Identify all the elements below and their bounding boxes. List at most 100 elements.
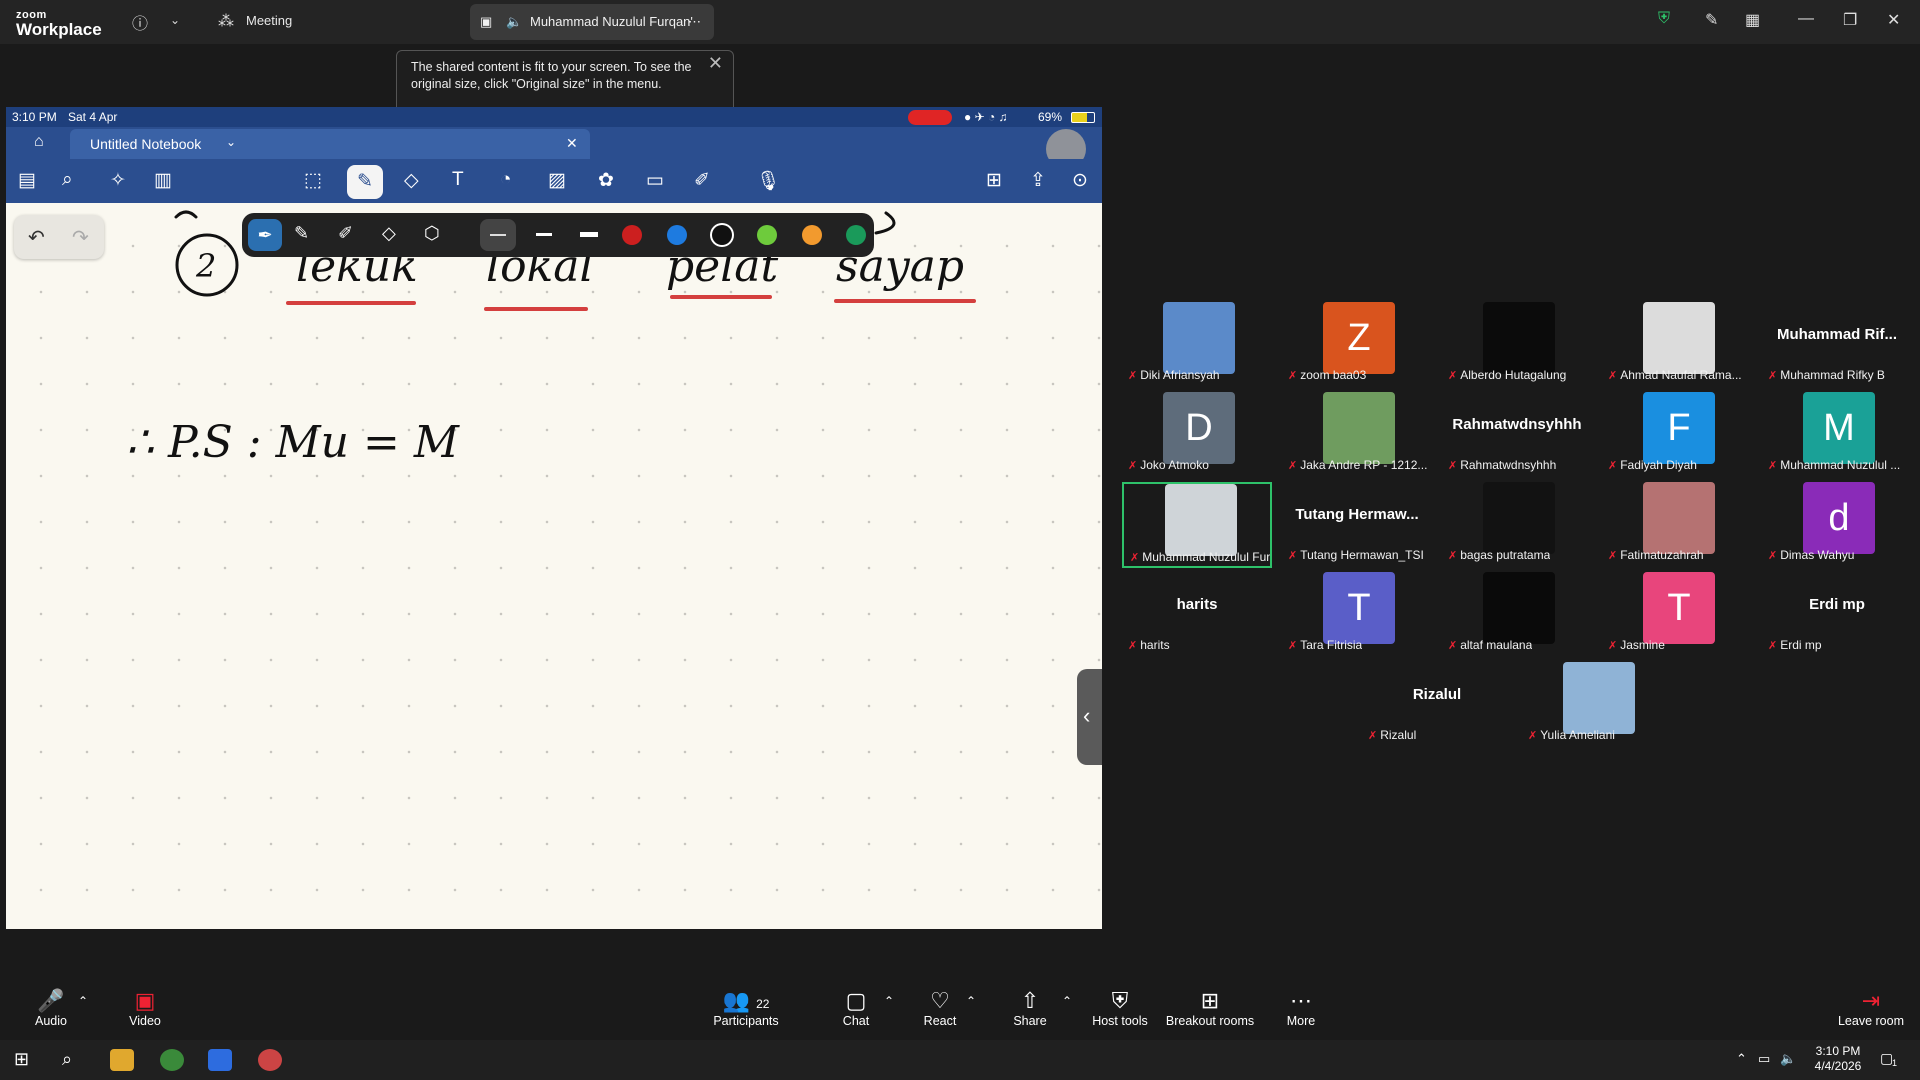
video-button[interactable]: ▣ Video [100,988,190,1028]
highlighter-icon[interactable]: ◇ [382,223,396,244]
notebook-tab[interactable]: Untitled Notebook ⌄ ✕ [70,129,590,159]
participant-tile[interactable]: T ✗ Jasmine [1602,572,1752,658]
text-icon[interactable]: T [452,169,464,191]
windows-start-icon[interactable]: ⊞ [14,1049,29,1070]
microphone-icon[interactable]: 🎙 [756,169,780,193]
color-swatch-red[interactable] [622,225,642,245]
chevron-down-icon[interactable]: ⌄ [226,135,236,149]
participant-tile[interactable]: Rahmatwdnsyhhh ✗ Rahmatwdnsyhhh [1442,392,1592,478]
participant-name-text: bagas putratama [1460,548,1551,562]
participant-tile[interactable]: F ✗ Fadiyah Diyah [1602,392,1752,478]
color-swatch-orange[interactable] [802,225,822,245]
fountain-pen-icon[interactable]: ✒ [248,219,282,251]
search-icon[interactable]: ⌕ [62,1049,72,1070]
participant-tile[interactable]: ✗ Jaka Andre RP - 1212... [1282,392,1432,478]
participant-tile[interactable]: ✗ Alberdo Hutagalung [1442,302,1592,388]
participant-tile[interactable]: Z ✗ zoom baa03 [1282,302,1432,388]
participant-name: ✗ Yulia Ameliani [1528,728,1615,742]
tray-chevron-icon[interactable]: ⌃ [1736,1051,1747,1067]
brush-pen-icon[interactable]: ✐ [338,223,353,244]
meeting-label[interactable]: Meeting [246,13,292,28]
react-options-caret[interactable]: ⌃ [966,994,976,1008]
color-swatch-green[interactable] [757,225,777,245]
participant-tile[interactable]: ✗ altaf maulana [1442,572,1592,658]
breakout-rooms-button[interactable]: ⊞ Breakout rooms [1160,988,1260,1028]
side-panel-handle[interactable]: ‹ [1077,669,1102,765]
participant-display-name: Rahmatwdnsyhhh [1452,416,1582,433]
participant-tile[interactable]: ✗ Muhammad Nuzulul Fur... [1122,482,1272,568]
participant-tile[interactable]: ✗ Diki Afriansyah [1122,302,1272,388]
close-icon[interactable]: ✕ [1887,10,1900,30]
lasso-icon[interactable]: ⬚ [304,169,322,192]
zoom-app-icon[interactable] [208,1049,232,1071]
info-icon[interactable]: ⓘ [132,10,148,34]
audio-options-caret[interactable]: ⌃ [78,994,88,1008]
chevron-down-icon[interactable]: ⌄ [170,13,180,27]
ink-stroke [174,210,198,219]
color-swatch-dark-green[interactable] [846,225,866,245]
participant-tile[interactable]: ✗ bagas putratama [1442,482,1592,568]
participant-tile[interactable]: d ✗ Dimas Wahyu [1762,482,1912,568]
color-swatch-blue[interactable] [667,225,687,245]
host-tools-icon: ⛨ [1111,988,1129,1013]
participant-tile[interactable]: Muhammad Rif... ✗ Muhammad Rifky B [1762,302,1912,388]
shape-icon[interactable]: ◔ [500,169,511,191]
clock[interactable]: 3:10 PM 4/4/2026 [1806,1044,1870,1074]
participant-tile[interactable]: M ✗ Muhammad Nuzulul ... [1762,392,1912,478]
add-page-icon[interactable]: ⊞ [986,169,1002,192]
document-icon[interactable]: ▥ [154,169,172,192]
participant-tile[interactable]: ✗ Fatimatuzahrah [1602,482,1752,568]
participant-name: ✗ bagas putratama [1448,548,1550,562]
more-button[interactable]: ⋯ More [1256,988,1346,1028]
participant-tile[interactable]: Tutang Hermaw... ✗ Tutang Hermawan_TSI [1282,482,1432,568]
host-tools-button[interactable]: ⛨ Host tools [1074,988,1166,1028]
ai-sparkle-icon[interactable]: ✧ [110,169,126,192]
ballpoint-pen-icon[interactable]: ✎ [294,223,309,244]
participant-tile[interactable]: ✗ Yulia Ameliani [1522,662,1672,748]
notification-count: 1 [1892,1058,1898,1068]
tooltip-close-icon[interactable]: ✕ [708,54,723,72]
file-explorer-icon[interactable] [110,1049,134,1071]
annotate-pen-icon[interactable]: ✎ [1705,10,1718,30]
avatar-letter: M [1823,406,1855,449]
sidebar-icon[interactable]: ▤ [18,169,36,192]
sticky-note-icon[interactable]: ▭ [646,169,664,192]
color-swatch-black[interactable] [712,225,732,245]
participant-tile[interactable]: D ✗ Joko Atmoko [1122,392,1272,478]
shape-pen-icon[interactable]: ⬡ [424,223,440,244]
participant-tile[interactable]: T ✗ Tara Fitrisia [1282,572,1432,658]
eraser-icon[interactable]: ◇ [404,169,419,192]
medium-stroke-option[interactable] [536,233,552,236]
minimize-icon[interactable]: — [1798,10,1814,28]
share-source-tab[interactable]: ▣ 🔈 Muhammad Nuzulul Furqan' ⋯ [470,4,714,40]
share-export-icon[interactable]: ⇪ [1030,169,1046,192]
elements-icon[interactable]: ✿ [598,169,614,192]
share-options-caret[interactable]: ⌃ [1062,994,1072,1008]
home-icon[interactable]: ⌂ [34,133,44,151]
more-options-icon[interactable]: ⋯ [688,14,701,30]
chrome-icon[interactable] [160,1049,184,1071]
participant-tile[interactable]: Erdi mp ✗ Erdi mp [1762,572,1912,658]
restore-icon[interactable]: ❐ [1843,10,1857,30]
shield-icon[interactable]: ⛨ [1658,10,1670,28]
leave-room-button[interactable]: ⇥ Leave room [1826,988,1916,1028]
tab-close-icon[interactable]: ✕ [566,135,578,152]
layout-icon[interactable]: ▦ [1745,10,1760,30]
network-icon[interactable]: ▭ [1758,1051,1770,1067]
pen-tool-icon[interactable]: ✎ [347,165,383,199]
search-icon[interactable]: ⌕ [62,169,73,191]
image-icon[interactable]: ▨ [548,169,566,192]
participant-tile[interactable]: ✗ Ahmad Naufal Rama... [1602,302,1752,388]
laser-icon[interactable]: ✐ [694,169,710,192]
more-icon[interactable]: ⊙ [1072,169,1088,192]
participant-name-text: Yulia Ameliani [1540,728,1615,742]
chrome-profile-icon[interactable] [258,1049,282,1071]
participants-button[interactable]: 👥 22 Participants [700,988,792,1028]
participant-tile[interactable]: harits ✗ harits [1122,572,1272,658]
participant-tile[interactable]: Rizalul ✗ Rizalul [1362,662,1512,748]
chat-options-caret[interactable]: ⌃ [884,994,894,1008]
participant-name: ✗ Muhammad Rifky B [1768,368,1885,382]
thick-stroke-option[interactable] [580,232,598,237]
volume-icon[interactable]: 🔈 [1780,1051,1796,1067]
notebook-canvas[interactable]: ↶ ↷ 2 lekuk lokal pelat sayap ∴ P.S : Mu… [6,203,1102,929]
